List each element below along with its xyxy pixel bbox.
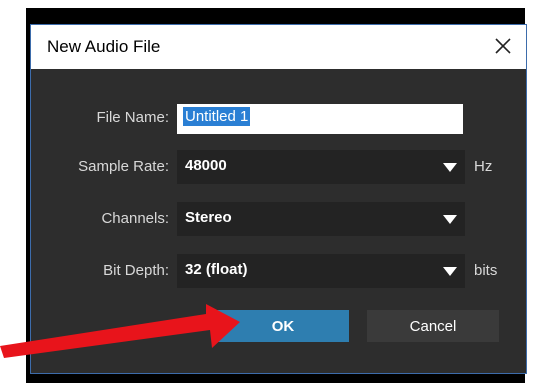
file-name-input[interactable]: Untitled 1 bbox=[177, 104, 463, 134]
bit-depth-value: 32 (float) bbox=[185, 261, 248, 278]
cancel-button[interactable]: Cancel bbox=[367, 310, 499, 342]
sample-rate-dropdown[interactable]: 48000 bbox=[177, 150, 465, 184]
bit-depth-dropdown[interactable]: 32 (float) bbox=[177, 254, 465, 288]
arrow-icon bbox=[0, 304, 240, 358]
sample-rate-value: 48000 bbox=[185, 157, 227, 174]
channels-dropdown[interactable]: Stereo bbox=[177, 202, 465, 236]
close-button[interactable] bbox=[488, 31, 518, 61]
sample-rate-unit: Hz bbox=[474, 158, 493, 175]
red-arrow-annotation bbox=[0, 304, 240, 358]
channels-label: Channels: bbox=[101, 210, 169, 227]
sample-rate-label: Sample Rate: bbox=[78, 158, 169, 175]
file-name-label: File Name: bbox=[96, 109, 169, 126]
channels-value: Stereo bbox=[185, 209, 232, 226]
dialog-titlebar: New Audio File bbox=[31, 25, 526, 69]
chevron-down-icon bbox=[443, 267, 457, 276]
screen: { "dialog": { "title": "New Audio File",… bbox=[0, 0, 535, 383]
bit-depth-label: Bit Depth: bbox=[103, 262, 169, 279]
dialog-title: New Audio File bbox=[47, 37, 161, 56]
close-icon bbox=[495, 38, 511, 54]
chevron-down-icon bbox=[443, 163, 457, 172]
chevron-down-icon bbox=[443, 215, 457, 224]
backdrop bbox=[0, 0, 535, 8]
file-name-value: Untitled 1 bbox=[183, 107, 251, 126]
bit-depth-unit: bits bbox=[474, 262, 498, 279]
